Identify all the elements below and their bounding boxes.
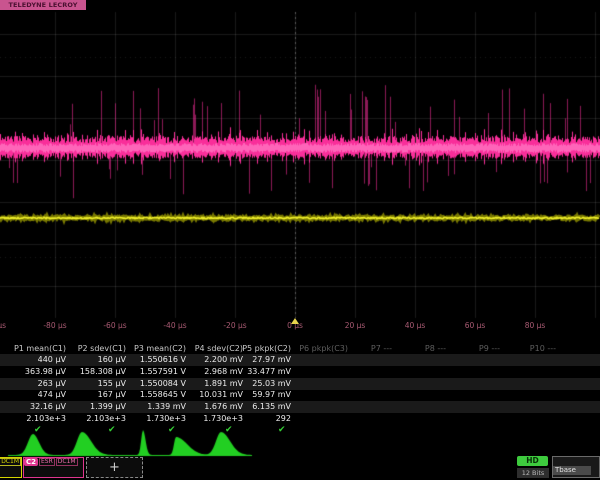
param-header[interactable]: P5 pkpk(C2)	[242, 344, 291, 353]
stat-mean: 2.968 mV	[204, 367, 243, 376]
stat-mean: 363.98 µV	[25, 367, 66, 376]
table-row-stripe	[0, 378, 600, 390]
status-check-icon: ✔	[225, 425, 233, 435]
stat-num: 1.730e+3	[203, 414, 243, 423]
table-row-stripe	[0, 354, 600, 366]
stat-min: 155 µV	[98, 379, 126, 388]
c2-label: C2	[24, 458, 38, 466]
stat-min: 1.550084 V	[140, 379, 186, 388]
param-header: P9 ---	[479, 344, 500, 353]
status-check-icon: ✔	[108, 425, 116, 435]
stat-max: 59.97 mV	[252, 390, 291, 399]
param-header: P7 ---	[371, 344, 392, 353]
timebase-value: 20.0 µs	[553, 476, 599, 478]
stat-value: 27.97 mV	[252, 355, 291, 364]
timebase-label: Tbase	[553, 466, 591, 475]
time-axis-label: -100 µs	[0, 321, 6, 330]
hd-mode-badge[interactable]: HD	[517, 456, 548, 466]
stat-mean: 1.557591 V	[140, 367, 186, 376]
time-axis-label: 20 µs	[345, 321, 366, 330]
time-axis-label: -20 µs	[223, 321, 246, 330]
stat-sdev: 32.16 µV	[30, 402, 66, 411]
stat-mean: 158.308 µV	[80, 367, 126, 376]
time-axis-label: 60 µs	[465, 321, 486, 330]
brand-badge: TELEDYNE LECROY	[0, 0, 86, 10]
status-check-icon: ✔	[278, 425, 286, 435]
time-axis-label: -80 µs	[43, 321, 66, 330]
stat-max: 167 µV	[98, 390, 126, 399]
param-header[interactable]: P4 sdev(C2)	[195, 344, 243, 353]
time-axis-label: -60 µs	[103, 321, 126, 330]
stat-min: 1.891 mV	[204, 379, 243, 388]
trigger-position-icon[interactable]	[291, 318, 299, 324]
add-trace-button[interactable]: +	[86, 457, 143, 478]
channel-c2-descriptor[interactable]: C2ESRDC1M 50.0 mV	[23, 457, 84, 478]
stat-sdev: 6.135 mV	[252, 402, 291, 411]
time-axis-label: -40 µs	[163, 321, 186, 330]
stat-num: 292	[276, 414, 291, 423]
stat-value: 440 µV	[38, 355, 66, 364]
plus-icon: +	[109, 460, 120, 475]
stat-num: 2.103e+3	[26, 414, 66, 423]
status-check-icon: ✔	[168, 425, 176, 435]
stat-value: 160 µV	[98, 355, 126, 364]
stat-value: 1.550616 V	[140, 355, 186, 364]
c2-coupling-tag: DC1M	[56, 458, 78, 466]
param-header: P10 ---	[530, 344, 556, 353]
stat-num: 2.103e+3	[86, 414, 126, 423]
param-header[interactable]: P1 mean(C1)	[14, 344, 66, 353]
resolution-bits: 12 Bits	[517, 468, 549, 478]
param-header[interactable]: P3 mean(C2)	[134, 344, 186, 353]
stat-sdev: 1.399 µV	[90, 402, 126, 411]
oscilloscope-screen: TELEDYNE LECROY -100 µs -80 µs -60 µs -40 µ…	[0, 0, 600, 480]
stat-max: 474 µV	[38, 390, 66, 399]
time-axis-label: 40 µs	[405, 321, 426, 330]
stat-value: 2.200 mV	[204, 355, 243, 364]
stat-min: 25.03 mV	[252, 379, 291, 388]
c1-coupling-tag: DC1M	[0, 458, 21, 466]
stat-sdev: 1.676 mV	[204, 402, 243, 411]
c2-esr-tag: ESR	[39, 458, 55, 466]
param-header: P6 pkpk(C3)	[299, 344, 348, 353]
stat-num: 1.730e+3	[146, 414, 186, 423]
stat-min: 263 µV	[38, 379, 66, 388]
stat-max: 1.558645 V	[140, 390, 186, 399]
timebase-descriptor[interactable]: Tbase 20.0 µs	[552, 456, 600, 478]
channel-c1-descriptor[interactable]: DC1M 50.0 mV	[0, 457, 22, 478]
stat-max: 10.031 mV	[199, 390, 243, 399]
param-header: P8 ---	[425, 344, 446, 353]
stat-sdev: 1.339 mV	[147, 402, 186, 411]
stat-mean: 33.477 mV	[247, 367, 291, 376]
time-axis-label: 80 µs	[525, 321, 546, 330]
param-header[interactable]: P2 sdev(C1)	[78, 344, 126, 353]
status-check-icon: ✔	[34, 425, 42, 435]
